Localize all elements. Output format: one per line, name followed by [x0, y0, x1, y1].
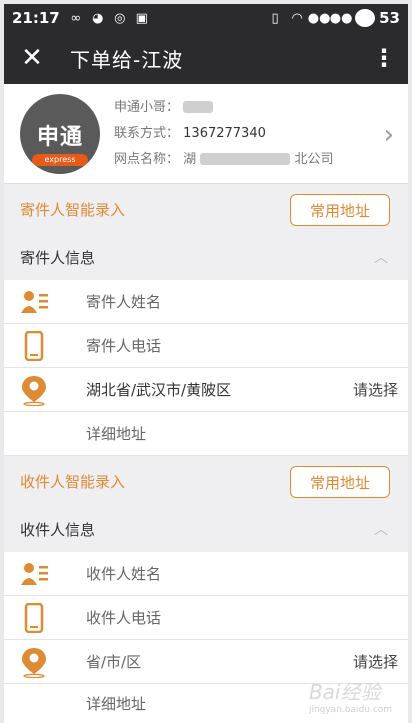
chevron-up-icon: ︿	[374, 250, 388, 266]
courier-phone: 1367277340	[183, 125, 266, 141]
image-icon: ▣	[135, 10, 148, 26]
receiver-phone-field[interactable]: 收件人电话	[4, 596, 408, 640]
receiver-region-select[interactable]: 请选择	[353, 651, 398, 672]
courier-info: 申通小哥： 联系方式： 1367277340 网点名称： 湖 北公司	[114, 99, 334, 167]
receiver-phone-placeholder: 收件人电话	[86, 609, 162, 627]
battery-indicator: 53	[355, 9, 400, 27]
person-card-icon	[20, 286, 60, 318]
courier-site-label: 网点名称：	[114, 151, 180, 167]
sender-phone-field[interactable]: 寄件人电话	[4, 324, 408, 368]
sender-phone-placeholder: 寄件人电话	[86, 337, 162, 355]
baidu-watermark: Bai经验 jingyan.baidu.com	[308, 680, 392, 715]
receiver-info-label: 收件人信息	[20, 520, 96, 539]
sender-address-placeholder: 详细地址	[86, 425, 147, 443]
vibrate-icon: ▯	[271, 10, 279, 26]
receiver-name-field[interactable]: 收件人姓名	[4, 552, 408, 596]
sto-logo: 申通 express	[20, 93, 100, 174]
infinity-icon: ∞	[70, 10, 82, 26]
sender-smart-entry-label[interactable]: 寄件人智能录入	[20, 199, 125, 220]
signal2-icon: ●●	[329, 10, 353, 26]
courier-name-label: 申通小哥：	[114, 99, 180, 115]
sender-info-header[interactable]: 寄件人信息 ︿	[4, 234, 408, 280]
location-pin-icon	[20, 646, 60, 678]
sender-address-field[interactable]: 详细地址	[4, 412, 408, 456]
sender-common-address-button[interactable]: 常用地址	[290, 194, 390, 226]
chevron-up-icon: ︿	[374, 522, 388, 538]
sender-region-value: 湖北省/武汉市/黄陂区	[86, 381, 232, 399]
location-pin-icon	[20, 374, 60, 406]
redacted-name	[183, 101, 214, 113]
sync-icon: ◎	[114, 10, 126, 26]
phone-icon	[20, 330, 60, 362]
receiver-info-header[interactable]: 收件人信息 ︿	[4, 506, 408, 552]
receiver-region-value: 省/市/区	[86, 653, 142, 671]
receiver-name-placeholder: 收件人姓名	[86, 565, 162, 583]
battery-icon	[355, 9, 376, 27]
receiver-address-placeholder: 详细地址	[86, 695, 147, 713]
sender-region-field[interactable]: 湖北省/武汉市/黄陂区 请选择	[4, 368, 408, 412]
signal-icon: ●●	[307, 10, 331, 26]
chevron-right-icon: ›	[383, 120, 394, 150]
status-time: 21:17	[12, 9, 60, 27]
close-icon[interactable]: ✕	[4, 32, 60, 84]
app-bar: ✕ 下单给-江波 ⋮	[4, 32, 408, 84]
sender-info-label: 寄件人信息	[20, 248, 96, 267]
receiver-smart-entry-label[interactable]: 收件人智能录入	[20, 471, 125, 492]
receiver-smart-entry: 收件人智能录入 常用地址	[4, 456, 408, 506]
battery-level: 53	[379, 9, 400, 27]
sender-region-select[interactable]: 请选择	[353, 379, 398, 400]
redacted-site	[200, 153, 291, 165]
courier-card[interactable]: 申通 express 申通小哥： 联系方式： 1367277340 网点名称： …	[4, 84, 408, 184]
more-options-icon[interactable]: ⋮	[360, 32, 408, 84]
phone-icon	[20, 602, 60, 634]
app-icon: ◕	[92, 10, 104, 26]
page-title: 下单给-江波	[70, 47, 184, 72]
sender-name-placeholder: 寄件人姓名	[86, 293, 162, 311]
receiver-common-address-button[interactable]: 常用地址	[290, 466, 390, 498]
wifi-icon: ◠	[291, 10, 303, 26]
person-card-icon	[20, 558, 60, 590]
courier-phone-label: 联系方式：	[114, 125, 180, 141]
status-bar: 21:17 ∞ ◕ ◎ ▣ ▯ ◠ ●● ●● 53	[4, 4, 408, 32]
sender-smart-entry: 寄件人智能录入 常用地址	[4, 184, 408, 234]
sender-name-field[interactable]: 寄件人姓名	[4, 280, 408, 324]
